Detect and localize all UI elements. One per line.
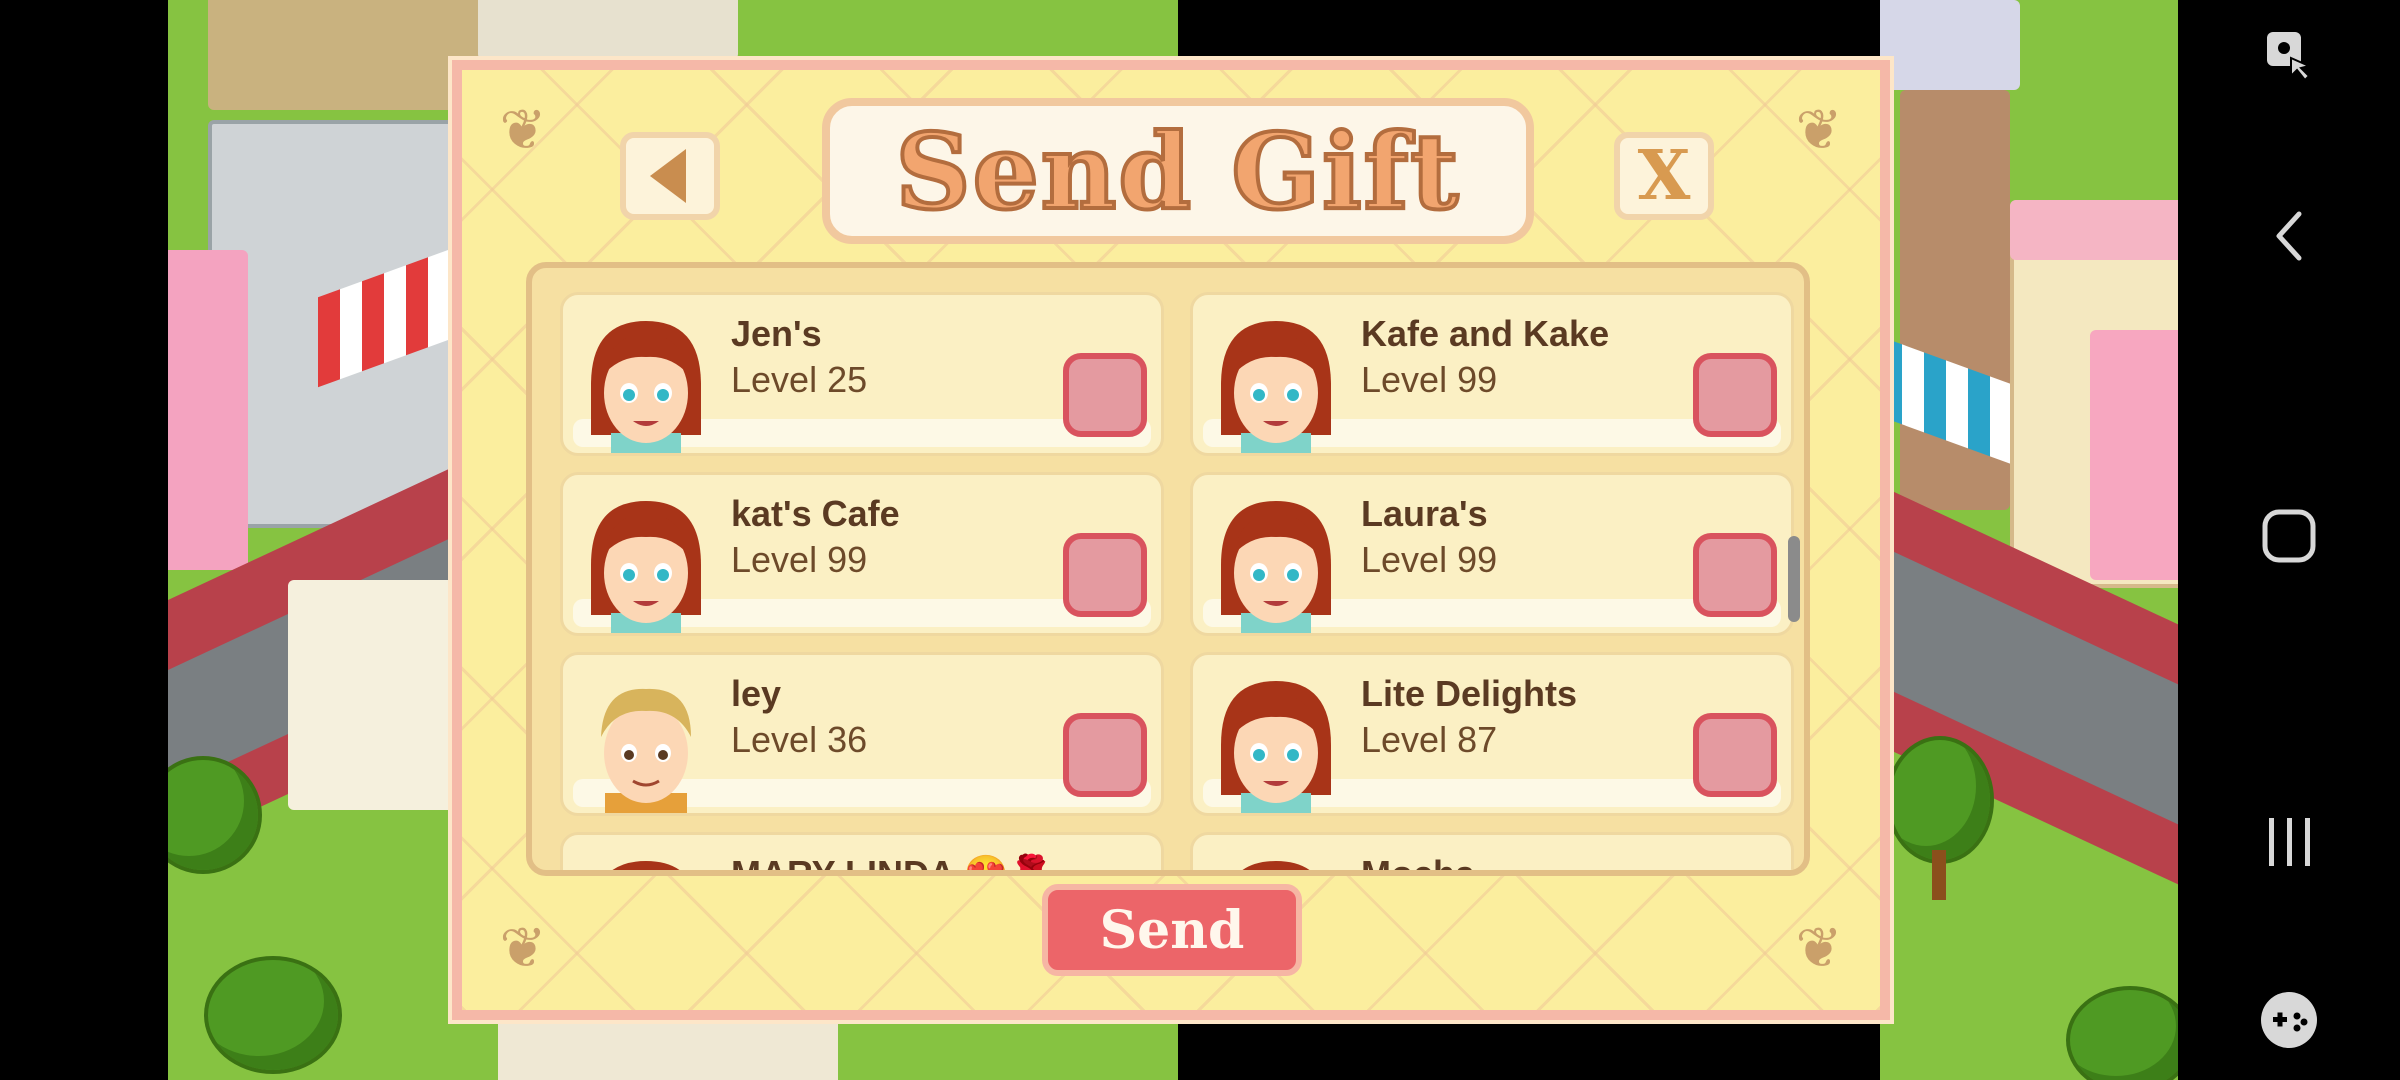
- girl-avatar-icon: [581, 315, 711, 453]
- tree: [2070, 990, 2180, 1080]
- list-scrollbar[interactable]: [1788, 536, 1800, 622]
- recent-apps-icon[interactable]: [2259, 812, 2319, 872]
- back-button[interactable]: [620, 132, 720, 220]
- building: [1880, 0, 2020, 90]
- friend-level: Level 99: [731, 539, 868, 580]
- select-checkbox[interactable]: [1063, 353, 1147, 437]
- friend-level: Level 36: [731, 719, 868, 760]
- touch-lock-icon[interactable]: [2259, 26, 2319, 86]
- friend-card[interactable]: Lite Delights Level 87: [1190, 652, 1794, 816]
- girl-avatar-icon: [581, 855, 711, 870]
- system-navigation-bar: [2178, 0, 2400, 1080]
- left-black-bar: [0, 0, 168, 1080]
- back-icon[interactable]: [2259, 206, 2319, 266]
- friend-card[interactable]: Mocha: [1190, 832, 1794, 876]
- title-plate: Send Gift: [822, 98, 1534, 244]
- friend-card[interactable]: MARY LINDA 😍🌹: [560, 832, 1164, 876]
- dialog-title: Send Gift: [894, 108, 1461, 235]
- select-checkbox[interactable]: [1063, 533, 1147, 617]
- boy-avatar-icon: [581, 675, 711, 813]
- friend-card[interactable]: ley Level 36: [560, 652, 1164, 816]
- friend-card[interactable]: Laura's Level 99: [1190, 472, 1794, 636]
- friend-name: Lite Delights: [1361, 673, 1578, 714]
- select-checkbox[interactable]: [1063, 713, 1147, 797]
- friend-name: Kafe and Kake: [1361, 313, 1610, 354]
- corner-ornament-icon: ❦: [1795, 916, 1843, 981]
- friend-name: MARY LINDA 😍🌹: [731, 853, 1054, 876]
- select-checkbox[interactable]: [1693, 533, 1777, 617]
- friend-name: Laura's: [1361, 493, 1488, 534]
- select-checkbox[interactable]: [1693, 353, 1777, 437]
- friend-name: Jen's: [731, 313, 822, 354]
- girl-avatar-icon: [1211, 675, 1341, 813]
- building: [478, 0, 738, 60]
- home-icon[interactable]: [2259, 506, 2319, 566]
- friend-name: kat's Cafe: [731, 493, 900, 534]
- game-scene-background-right: [1880, 0, 2180, 1080]
- close-icon: X: [1637, 136, 1691, 216]
- friend-card[interactable]: Jen's Level 25: [560, 292, 1164, 456]
- tree-trunk: [1932, 850, 1946, 900]
- girl-avatar-icon: [1211, 855, 1341, 870]
- friend-name: ley: [731, 673, 782, 714]
- corner-ornament-icon: ❦: [1795, 98, 1843, 163]
- corner-ornament-icon: ❦: [499, 98, 547, 163]
- friend-list[interactable]: Jen's Level 25 Kafe and Kake Level 99 ka…: [526, 262, 1810, 876]
- close-button[interactable]: X: [1614, 132, 1714, 220]
- game-controller-icon[interactable]: [2259, 990, 2319, 1050]
- tree: [1890, 740, 1990, 860]
- girl-avatar-icon: [1211, 495, 1341, 633]
- friend-name: Mocha: [1361, 853, 1476, 876]
- friend-level: Level 99: [1361, 359, 1498, 400]
- tree: [208, 960, 338, 1070]
- cafe-building: [288, 580, 468, 810]
- friend-level: Level 99: [1361, 539, 1498, 580]
- friend-level: Level 25: [731, 359, 868, 400]
- girl-avatar-icon: [581, 495, 711, 633]
- friend-card[interactable]: kat's Cafe Level 99: [560, 472, 1164, 636]
- girl-avatar-icon: [1211, 315, 1341, 453]
- back-arrow-icon: [650, 149, 686, 203]
- friend-level: Level 87: [1361, 719, 1498, 760]
- pink-building: [168, 250, 248, 570]
- pink-roof: [2010, 200, 2180, 260]
- corner-ornament-icon: ❦: [499, 916, 547, 981]
- friend-card[interactable]: Kafe and Kake Level 99: [1190, 292, 1794, 456]
- pink-building: [2090, 330, 2180, 580]
- send-button[interactable]: Send: [1042, 884, 1302, 976]
- select-checkbox[interactable]: [1693, 713, 1777, 797]
